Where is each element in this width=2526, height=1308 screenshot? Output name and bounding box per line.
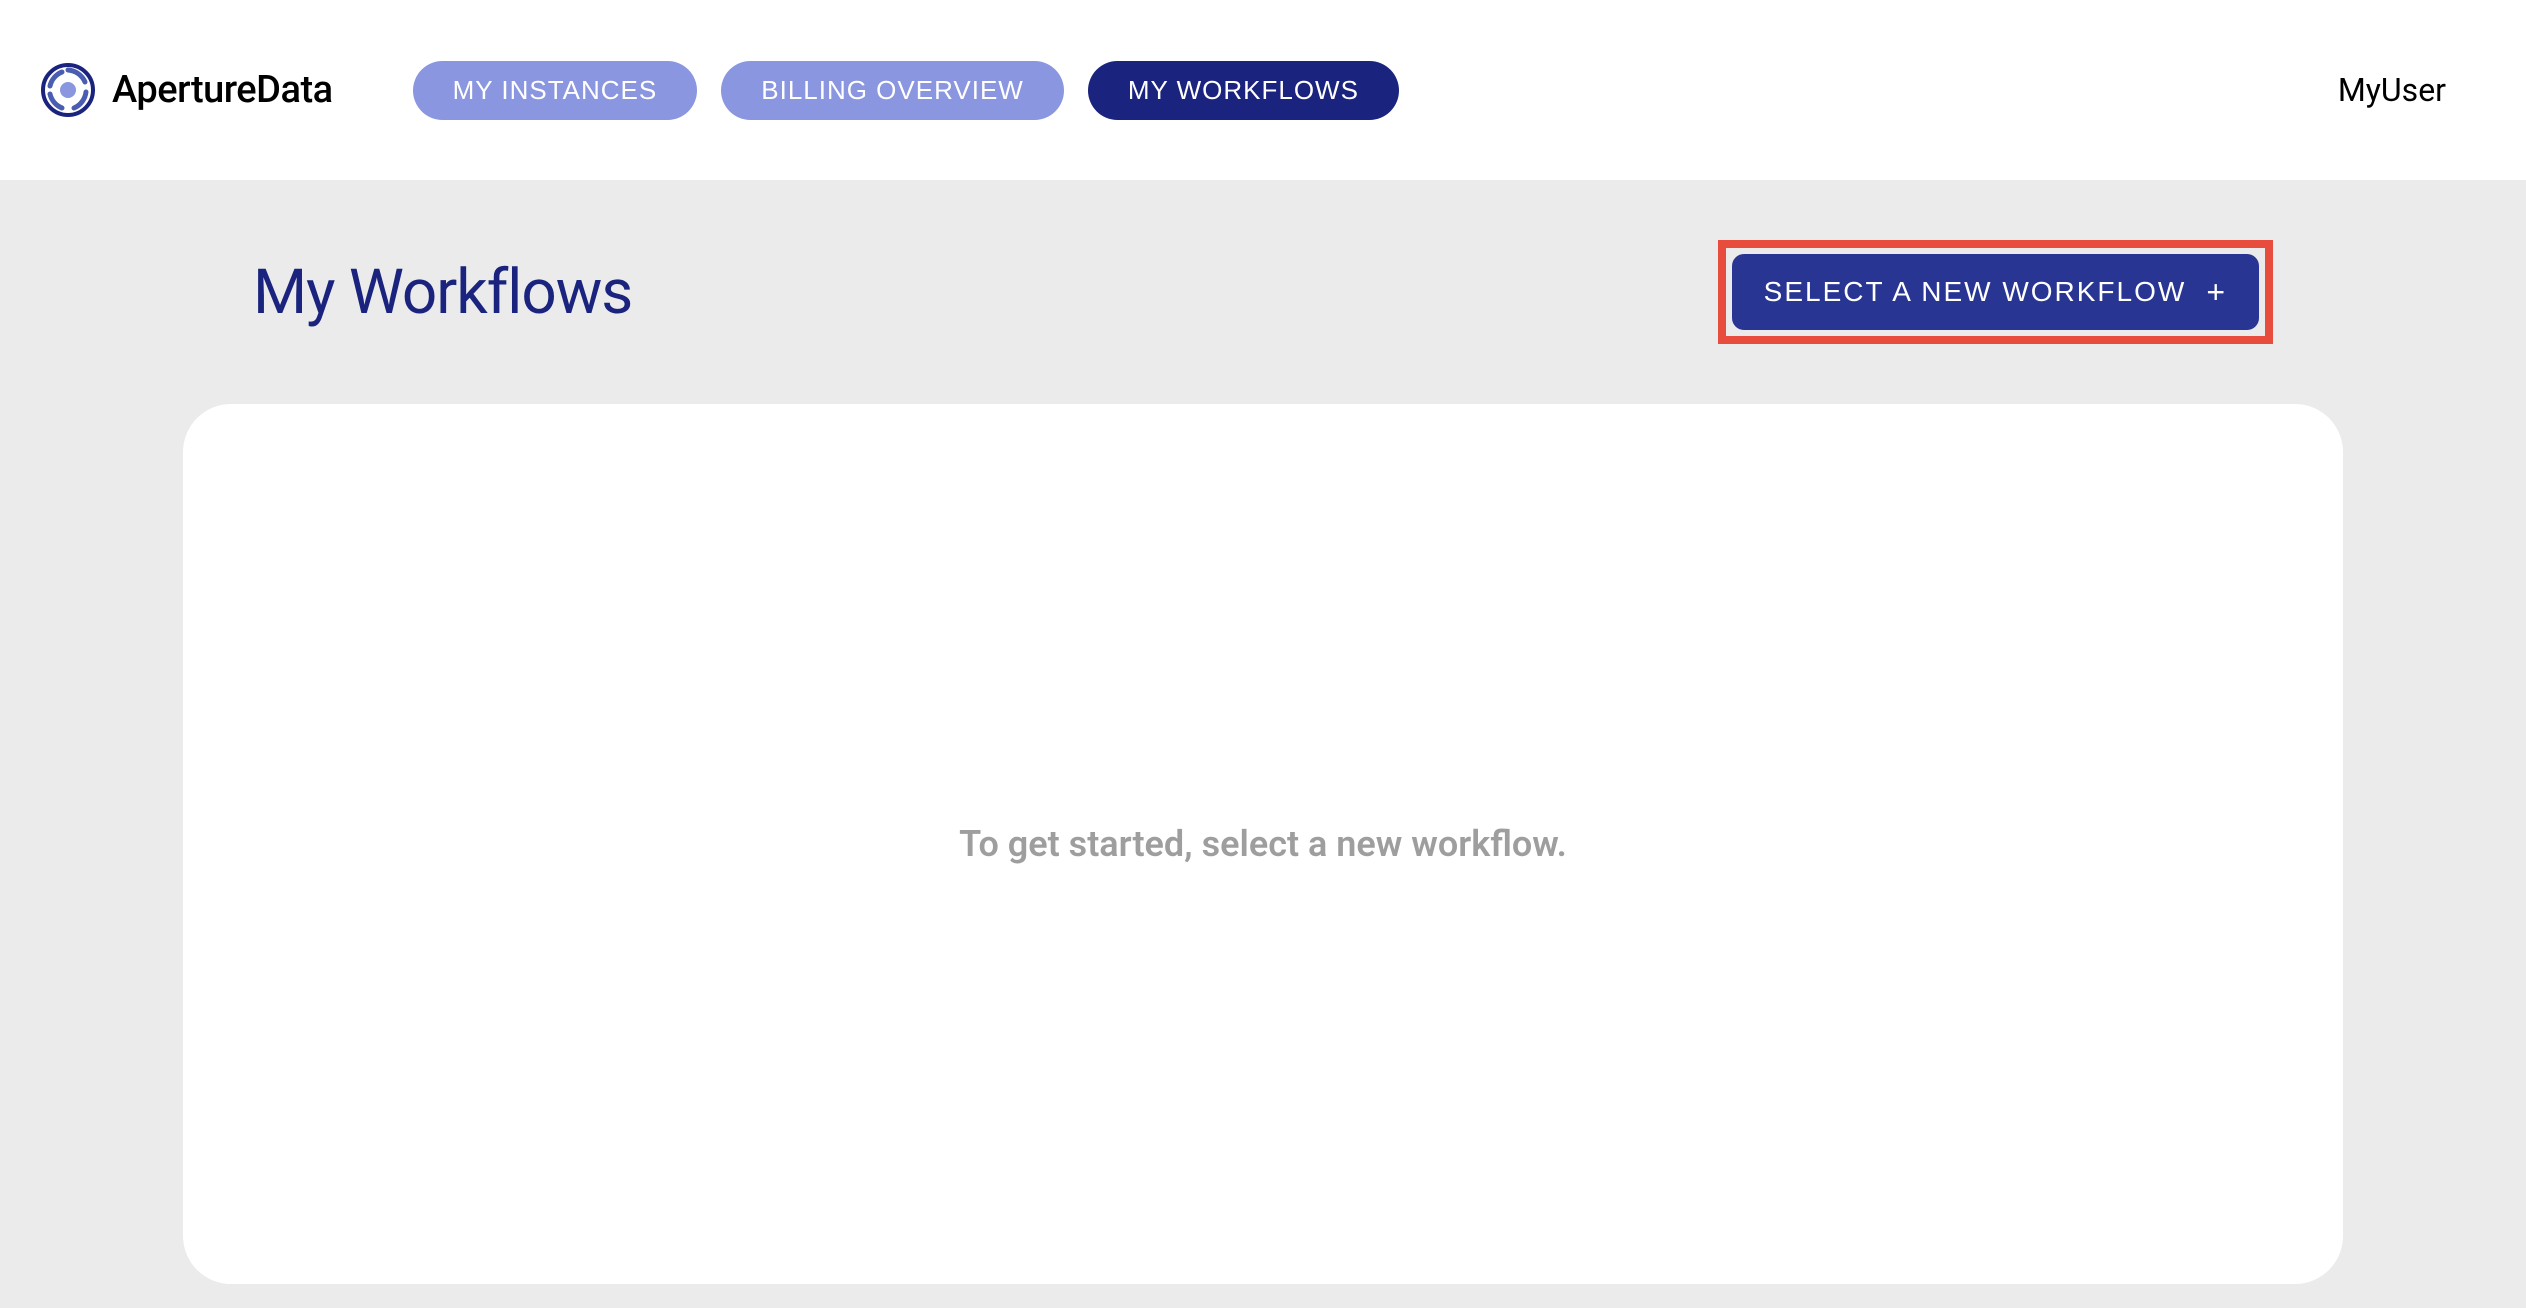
tab-my-workflows[interactable]: MY WORKFLOWS: [1088, 61, 1399, 120]
main-content-area: My Workflows SELECT A NEW WORKFLOW + To …: [0, 180, 2526, 1308]
empty-state-message: To get started, select a new workflow.: [959, 823, 1567, 865]
brand-name: ApertureData: [112, 68, 333, 112]
page-title: My Workflows: [253, 256, 632, 329]
user-menu[interactable]: MyUser: [2338, 71, 2486, 109]
select-new-workflow-button[interactable]: SELECT A NEW WORKFLOW +: [1732, 254, 2259, 330]
workflows-content-card: To get started, select a new workflow.: [183, 404, 2343, 1284]
app-header: ApertureData MY INSTANCES BILLING OVERVI…: [0, 0, 2526, 180]
tab-my-instances[interactable]: MY INSTANCES: [413, 61, 698, 120]
user-display-name: MyUser: [2338, 71, 2446, 109]
tab-billing-overview[interactable]: BILLING OVERVIEW: [721, 61, 1064, 120]
primary-action-label: SELECT A NEW WORKFLOW: [1764, 276, 2187, 308]
highlight-annotation: SELECT A NEW WORKFLOW +: [1718, 240, 2273, 344]
page-header: My Workflows SELECT A NEW WORKFLOW +: [183, 240, 2343, 344]
nav-tabs: MY INSTANCES BILLING OVERVIEW MY WORKFLO…: [413, 61, 1399, 120]
plus-icon: +: [2206, 276, 2227, 308]
brand-logo-section[interactable]: ApertureData: [40, 62, 333, 118]
aperture-logo-icon: [40, 62, 96, 118]
